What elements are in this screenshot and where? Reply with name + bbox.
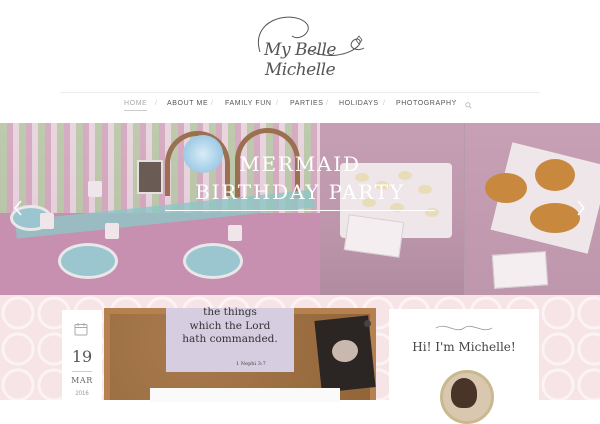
nav-separator: /: [155, 100, 157, 107]
slide-photo-table: [0, 123, 320, 295]
nav-item-family-fun[interactable]: FAMILY FUN: [225, 100, 272, 107]
logo-text: My Belle Michelle: [264, 40, 336, 80]
label-card: [343, 214, 405, 258]
nav-separator: /: [453, 100, 455, 107]
slide-title-underline: [165, 210, 435, 211]
scripture-note-text: the things which the Lord hath commanded…: [166, 306, 294, 347]
note-line: the things: [203, 306, 257, 318]
nav-separator: /: [326, 100, 328, 107]
slide-photo-cookies: [320, 123, 464, 295]
avatar-portrait: [451, 378, 477, 408]
label-card: [491, 251, 549, 289]
date-divider: [72, 371, 92, 372]
flourish-icon: [435, 325, 493, 331]
header-divider: [60, 92, 540, 93]
slide-title-line2[interactable]: BIRTHDAY PARTY: [160, 180, 440, 204]
nav-separator: /: [276, 100, 278, 107]
featured-slider[interactable]: [0, 123, 600, 295]
nav-separator: /: [211, 100, 213, 107]
note-line: which the Lord: [189, 319, 271, 332]
scripture-reference: 1 Nephi 3:7: [236, 361, 266, 367]
nav-separator: /: [383, 100, 385, 107]
pushpin-icon: [364, 320, 371, 327]
post-date-day: 19: [71, 347, 93, 366]
cup: [105, 223, 119, 239]
about-greeting: Hi! I'm Michelle!: [412, 340, 516, 354]
cup: [40, 213, 54, 229]
slide-title-line1[interactable]: MERMAID: [160, 152, 440, 176]
nav-item-about-me[interactable]: ABOUT ME: [167, 100, 208, 107]
main-nav: HOME / ABOUT ME / FAMILY FUN / PARTIES /…: [0, 100, 600, 114]
plate: [58, 243, 118, 279]
nav-item-photography[interactable]: PHOTOGRAPHY: [396, 100, 457, 107]
cup: [88, 181, 102, 197]
plate: [183, 243, 243, 279]
calendar-icon: [74, 323, 88, 336]
post-date-year: 2016: [75, 391, 89, 397]
post-date-month: MAR: [71, 376, 93, 385]
search-icon[interactable]: [465, 102, 472, 109]
crab-bread: [485, 173, 527, 203]
site-logo[interactable]: My Belle Michelle: [230, 10, 370, 80]
nav-item-parties[interactable]: PARTIES: [290, 100, 324, 107]
note-line: hath commanded.: [182, 333, 278, 345]
chevron-left-icon[interactable]: [14, 200, 22, 216]
chevron-right-icon[interactable]: [577, 200, 585, 216]
nav-item-home[interactable]: HOME: [124, 100, 148, 111]
crab-bread: [530, 203, 580, 233]
cup: [228, 225, 242, 241]
crab-bread: [535, 159, 575, 191]
nav-item-holidays[interactable]: HOLIDAYS: [339, 100, 379, 107]
